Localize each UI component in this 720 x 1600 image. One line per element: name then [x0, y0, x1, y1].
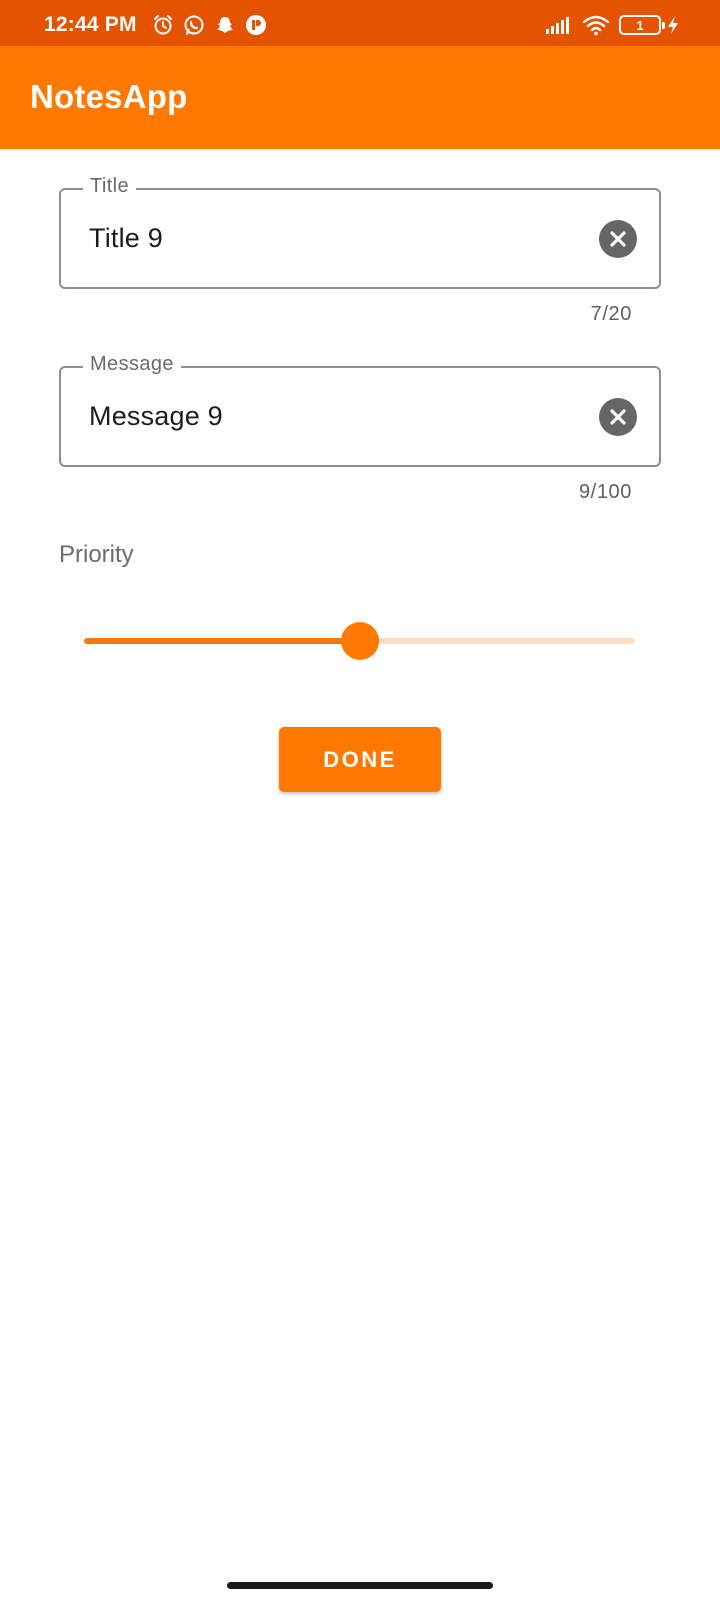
title-input[interactable]: Title 9: [89, 223, 163, 254]
whatsapp-icon: [183, 14, 205, 36]
status-time: 12:44 PM: [44, 13, 137, 36]
priority-slider[interactable]: [84, 622, 635, 660]
app-bar: NotesApp: [0, 46, 720, 149]
battery-level: 1: [636, 17, 644, 33]
app-title: NotesApp: [30, 78, 188, 115]
done-button[interactable]: DONE: [279, 727, 441, 792]
status-icons-left: [152, 14, 267, 36]
title-field-label: Title: [83, 175, 137, 198]
title-char-counter: 7/20: [590, 303, 632, 325]
signal-icon: [545, 14, 573, 36]
message-input[interactable]: Message 9: [89, 401, 223, 432]
wifi-icon: [582, 14, 610, 36]
title-clear-button[interactable]: [599, 220, 637, 258]
title-field[interactable]: Title Title 9: [59, 175, 661, 289]
battery-indicator: 1: [619, 14, 680, 36]
message-clear-button[interactable]: [599, 398, 637, 436]
slider-thumb[interactable]: [340, 622, 379, 660]
priority-label: Priority: [59, 541, 134, 568]
charging-icon: [666, 14, 680, 36]
app-notification-icon: [245, 14, 267, 36]
message-field-label: Message: [83, 353, 181, 376]
battery-icon: 1: [619, 15, 665, 35]
status-bar: 12:44 PM 1: [0, 0, 720, 46]
clear-icon: [610, 231, 626, 247]
gesture-bar[interactable]: [227, 1582, 493, 1589]
alarm-icon: [152, 14, 174, 36]
snapchat-icon: [214, 14, 236, 36]
slider-active-track: [84, 638, 360, 644]
status-icons-right: 1: [545, 14, 680, 36]
message-field[interactable]: Message Message 9: [59, 353, 661, 467]
clear-icon: [610, 409, 626, 425]
message-char-counter: 9/100: [578, 481, 632, 503]
